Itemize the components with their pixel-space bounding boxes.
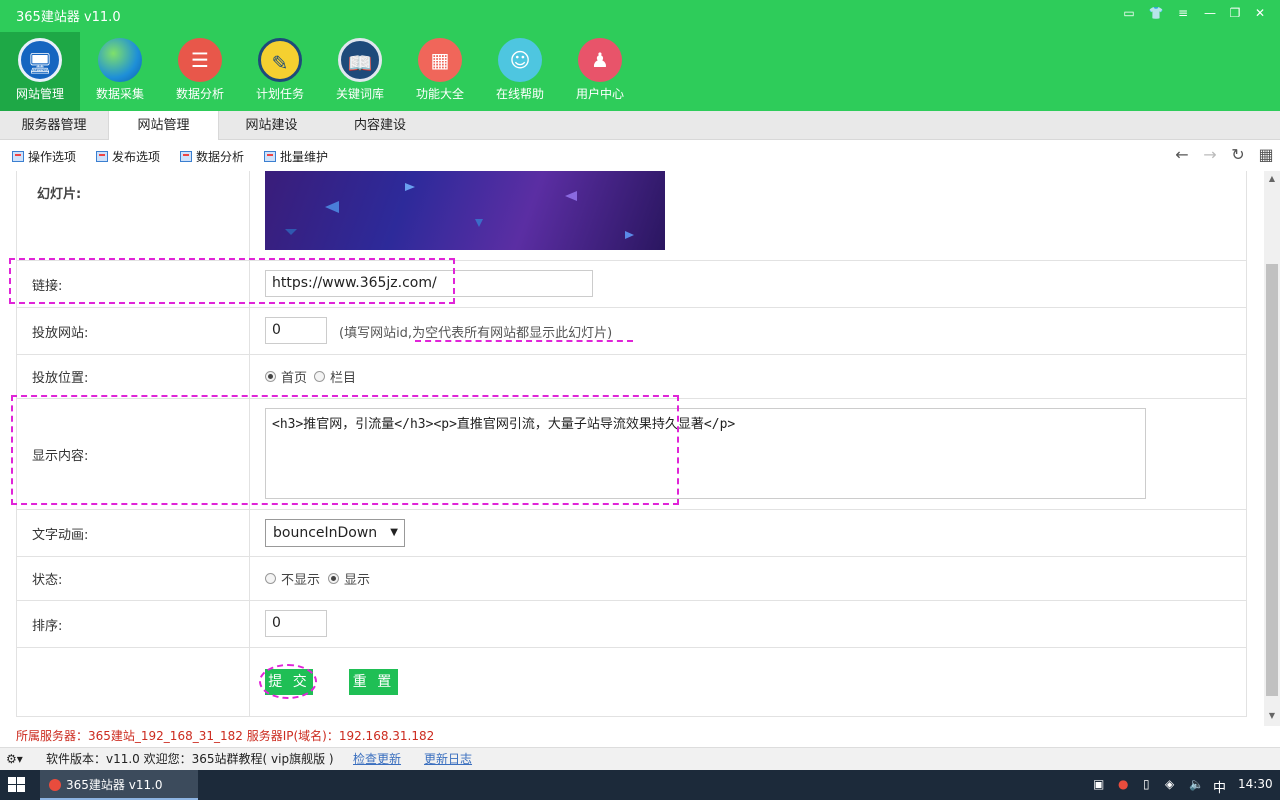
sub-publish-options[interactable]: 发布选项 [96,148,160,165]
tab-website-building[interactable]: 网站建设 [219,111,324,140]
version-info: 软件版本：v11.0 欢迎您：365站群教程( vip旗舰版 ) [46,752,334,766]
tray-apple-icon[interactable]: ● [1118,777,1128,791]
skin-icon[interactable]: 👕 [1145,3,1167,23]
tab-server-management[interactable]: 服务器管理 [0,111,108,140]
sub-toolbar: 操作选项 发布选项 数据分析 批量维护 ← → ↻ ▦ [0,140,1280,171]
site-hint: (填写网站id,为空代表所有网站都显示此幻灯片) [339,326,613,341]
app-icon [49,779,61,791]
server-info: 所属服务器：365建站_192_168_31_182 服务器IP(域名)：192… [0,726,1280,747]
row-divider [16,509,1247,510]
position-radio-home[interactable]: 首页 [265,367,307,386]
radio-unselected-icon [314,371,325,382]
row-divider [16,307,1247,308]
animation-label: 文字动画: [32,528,89,543]
tool-all-functions[interactable]: ▦ 功能大全 [400,32,480,111]
title-bar: 365建站器 v11.0 ▭ 👕 ≡ — ❐ ✕ 🖥 网站管理 数据采集 ☰ 数… [0,0,1280,111]
os-taskbar: 365建站器 v11.0 ▣ ● ▯ ◈ 🔈 中 14:30 [0,770,1280,800]
close-icon[interactable]: ✕ [1249,3,1271,23]
sub-data-analysis[interactable]: 数据分析 [180,148,244,165]
row-divider [16,600,1247,601]
status-radio-show[interactable]: 显示 [328,569,370,588]
windows-start-icon[interactable] [8,777,26,793]
update-log-link[interactable]: 更新日志 [424,748,472,770]
book-icon: 📖 [338,38,382,82]
clock[interactable]: 14:30 [1238,777,1273,791]
refresh-icon[interactable]: ↻ [1228,145,1248,165]
edge-icon [98,38,142,82]
radio-unselected-icon [265,573,276,584]
reset-button[interactable]: 重 置 [349,669,398,695]
sort-input[interactable]: 0 [265,610,327,637]
tool-data-analysis[interactable]: ☰ 数据分析 [160,32,240,111]
scroll-down-icon[interactable]: ▼ [1264,708,1280,724]
tab-content-building[interactable]: 内容建设 [324,111,436,140]
tab-bar: 服务器管理 网站管理 网站建设 内容建设 [0,111,1280,141]
highlight-hint-underline [415,340,633,342]
row-divider [16,354,1247,355]
form-content: 幻灯片: 链接: https://www.365jz.com/ 投放网站: 0 … [0,171,1264,726]
slideshow-label: 幻灯片: [37,187,82,202]
info-bar: ⚙▾ 软件版本：v11.0 欢迎您：365站群教程( vip旗舰版 ) 检查更新… [0,747,1280,770]
clock-icon: ✎ [258,38,302,82]
tool-user-center[interactable]: ♟ 用户中心 [560,32,640,111]
user-menu-icon[interactable]: ⚙▾ [6,748,23,770]
radio-selected-icon [265,371,276,382]
position-label: 投放位置: [32,371,89,386]
maximize-icon[interactable]: ❐ [1224,3,1246,23]
site-hint-emphasis: 为空代表所有网站都显示此幻灯片 [412,326,608,341]
layout-grid-icon[interactable]: ▦ [1256,145,1276,165]
headset-icon: ☺ [498,38,542,82]
ime-indicator[interactable]: 中 [1213,777,1226,796]
taskbar-app[interactable]: 365建站器 v11.0 [40,770,198,800]
forward-arrow-icon[interactable]: → [1200,145,1220,165]
slideshow-image [265,171,665,250]
back-arrow-icon[interactable]: ← [1172,145,1192,165]
radio-selected-icon [328,573,339,584]
tray-usb-icon[interactable]: ▯ [1143,777,1150,791]
site-id-input[interactable]: 0 [265,317,327,344]
monitor-icon: 🖥 [18,38,62,82]
dropdown-arrow-icon: ▼ [390,527,398,538]
animation-select[interactable]: bounceInDown ▼ [265,519,405,547]
site-label: 投放网站: [32,326,89,341]
grid-icon: ▦ [418,38,462,82]
message-icon[interactable]: ▭ [1118,3,1140,23]
tray-app-icon[interactable]: ▣ [1093,777,1104,791]
tab-website-management[interactable]: 网站管理 [108,111,219,141]
tool-data-collection[interactable]: 数据采集 [80,32,160,111]
tool-scheduled-tasks[interactable]: ✎ 计划任务 [240,32,320,111]
sort-label: 排序: [32,619,63,634]
highlight-link-row [9,258,455,304]
database-icon: ☰ [178,38,222,82]
scroll-up-icon[interactable]: ▲ [1264,171,1280,187]
tray-volume-icon[interactable]: 🔈 [1189,777,1204,791]
tool-online-help[interactable]: ☺ 在线帮助 [480,32,560,111]
window-icon [96,151,108,162]
sub-batch-maintenance[interactable]: 批量维护 [264,148,328,165]
window-icon [12,151,24,162]
window-icon [264,151,276,162]
tool-website-management[interactable]: 🖥 网站管理 [0,32,80,111]
user-icon: ♟ [578,38,622,82]
row-divider [16,556,1247,557]
app-title: 365建站器 v11.0 [16,10,121,25]
tool-keyword-library[interactable]: 📖 关键词库 [320,32,400,111]
status-radio-hide[interactable]: 不显示 [265,569,320,588]
sub-operation-options[interactable]: 操作选项 [12,148,76,165]
position-radio-column[interactable]: 栏目 [314,367,356,386]
scrollbar-thumb[interactable] [1266,264,1278,696]
minimize-icon[interactable]: — [1199,3,1221,23]
highlight-submit-button [259,664,317,699]
check-update-link[interactable]: 检查更新 [353,748,401,770]
highlight-content-row [11,395,679,505]
tray-network-icon[interactable]: ◈ [1165,777,1174,791]
row-divider [16,647,1247,648]
status-label: 状态: [32,573,63,588]
menu-icon[interactable]: ≡ [1172,3,1194,23]
window-icon [180,151,192,162]
main-toolbar: 🖥 网站管理 数据采集 ☰ 数据分析 ✎ 计划任务 📖 关键词库 ▦ 功能大全 … [0,32,640,111]
